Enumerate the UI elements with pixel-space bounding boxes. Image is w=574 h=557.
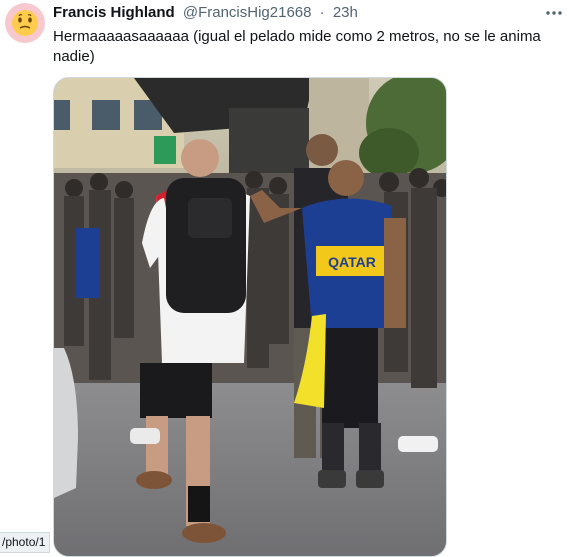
author-handle[interactable]: @FrancisHig21668 xyxy=(183,4,312,21)
author-name[interactable]: Francis Highland xyxy=(53,4,175,21)
tweet-text: Hermaaaaasaaaaaa (igual el pelado mide c… xyxy=(53,28,541,65)
jersey-sponsor-text: QATAR xyxy=(328,254,376,270)
timestamp[interactable]: 23h xyxy=(333,4,358,21)
more-horizontal-icon xyxy=(546,11,562,15)
avatar[interactable] xyxy=(5,3,45,43)
separator-dot: · xyxy=(319,4,325,21)
tweet-media-video[interactable]: QATAR xyxy=(53,77,447,557)
tweet-header: Francis Highland @FrancisHig21668 · 23h xyxy=(53,4,534,24)
more-options-button[interactable] xyxy=(540,2,568,24)
grimacing-face-emoji-icon xyxy=(12,10,38,36)
status-bar-url: /photo/1 xyxy=(0,532,51,553)
video-frame: QATAR xyxy=(54,78,446,556)
